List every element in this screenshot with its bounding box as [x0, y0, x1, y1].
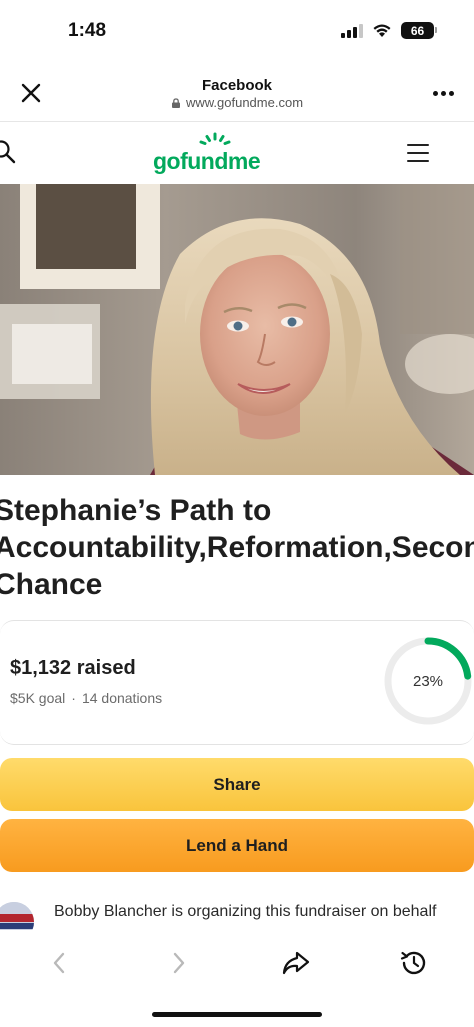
status-bar: 1:48 66 [0, 0, 474, 62]
wifi-icon [373, 24, 391, 37]
amount-raised: $1,132 raised [10, 657, 136, 679]
battery-icon: 66 [401, 22, 437, 39]
browser-toolbar [0, 930, 474, 1027]
organizer-text: Bobby Blancher is organizing this fundra… [54, 903, 437, 920]
browser-header: Facebook www.gofundme.com [0, 62, 474, 122]
back-icon[interactable] [45, 948, 75, 978]
separator: · [71, 690, 76, 706]
goal-line: $5K goal · 14 donations [10, 690, 162, 706]
signal-icon [341, 23, 363, 38]
donate-button[interactable]: Lend a Hand [0, 819, 474, 872]
campaign-photo [0, 184, 474, 475]
browser-title: Facebook [201, 77, 273, 94]
menu-icon[interactable] [407, 144, 429, 162]
status-icons: 66 [341, 22, 437, 39]
more-icon[interactable] [433, 91, 454, 96]
share-button[interactable]: Share [0, 758, 474, 811]
browser-url[interactable]: www.gofundme.com [0, 95, 474, 110]
campaign-title-line: Chance [0, 568, 103, 601]
progress-percent: 23% [412, 672, 444, 690]
campaign-title: Stephanie’s Path to Accountability,Refor… [0, 492, 474, 603]
campaign-title-line: Stephanie’s Path to [0, 494, 272, 527]
history-icon[interactable] [399, 948, 429, 978]
share-icon[interactable] [281, 948, 311, 978]
lock-icon [171, 98, 180, 108]
url-text: www.gofundme.com [185, 95, 304, 110]
organizer-row[interactable]: Bobby Blancher is organizing this fundra… [0, 898, 474, 930]
campaign-title-line: Accountability,Reformation,Second [0, 531, 474, 564]
gofundme-logo[interactable]: gofundme [150, 132, 274, 178]
forward-icon[interactable] [163, 948, 193, 978]
goal-amount: $5K goal [10, 690, 66, 706]
status-time: 1:48 [68, 20, 107, 41]
organizer-avatar[interactable] [0, 902, 34, 930]
battery-level: 66 [410, 23, 425, 38]
site-nav: gofundme [0, 122, 474, 184]
search-icon[interactable] [0, 140, 18, 166]
donation-count[interactable]: 14 donations [82, 690, 162, 706]
home-indicator [152, 1012, 322, 1017]
logo-text: gofundme [153, 148, 261, 174]
